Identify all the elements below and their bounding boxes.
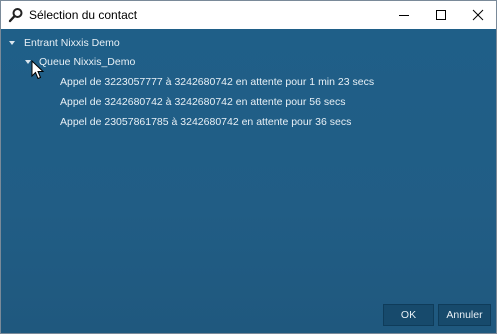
contact-selection-dialog: Sélection du contact Entrant Nixxis Demo…	[0, 0, 497, 334]
minimize-icon	[398, 15, 409, 16]
tree-node-call[interactable]: Appel de 23057861785 à 3242680742 en att…	[60, 116, 351, 128]
cancel-button[interactable]: Annuler	[438, 304, 491, 326]
mouse-pointer-icon	[31, 60, 45, 80]
close-icon	[472, 9, 483, 21]
close-button[interactable]	[459, 1, 496, 29]
magnifier-icon	[8, 7, 24, 23]
window-title: Sélection du contact	[29, 8, 138, 22]
tree-node-root[interactable]: Entrant Nixxis Demo	[9, 37, 120, 49]
maximize-icon	[435, 10, 446, 20]
tree-node-call[interactable]: Appel de 3242680742 à 3242680742 en atte…	[60, 96, 346, 108]
ok-button[interactable]: OK	[383, 304, 434, 326]
dialog-content: Entrant Nixxis Demo Queue Nixxis_Demo Ap…	[1, 29, 496, 333]
minimize-button[interactable]	[385, 1, 422, 29]
tree-node-queue-label: Queue Nixxis_Demo	[39, 56, 136, 68]
tree-node-call[interactable]: Appel de 3223057777 à 3242680742 en atte…	[60, 76, 374, 88]
maximize-button[interactable]	[422, 1, 459, 29]
call-label: Appel de 3242680742 à 3242680742 en atte…	[60, 96, 346, 108]
tree-node-root-label: Entrant Nixxis Demo	[24, 37, 120, 49]
expand-arrow-icon[interactable]	[9, 41, 15, 45]
call-label: Appel de 3223057777 à 3242680742 en atte…	[60, 76, 375, 88]
title-bar[interactable]: Sélection du contact	[1, 1, 496, 29]
call-label: Appel de 23057861785 à 3242680742 en att…	[60, 116, 352, 128]
